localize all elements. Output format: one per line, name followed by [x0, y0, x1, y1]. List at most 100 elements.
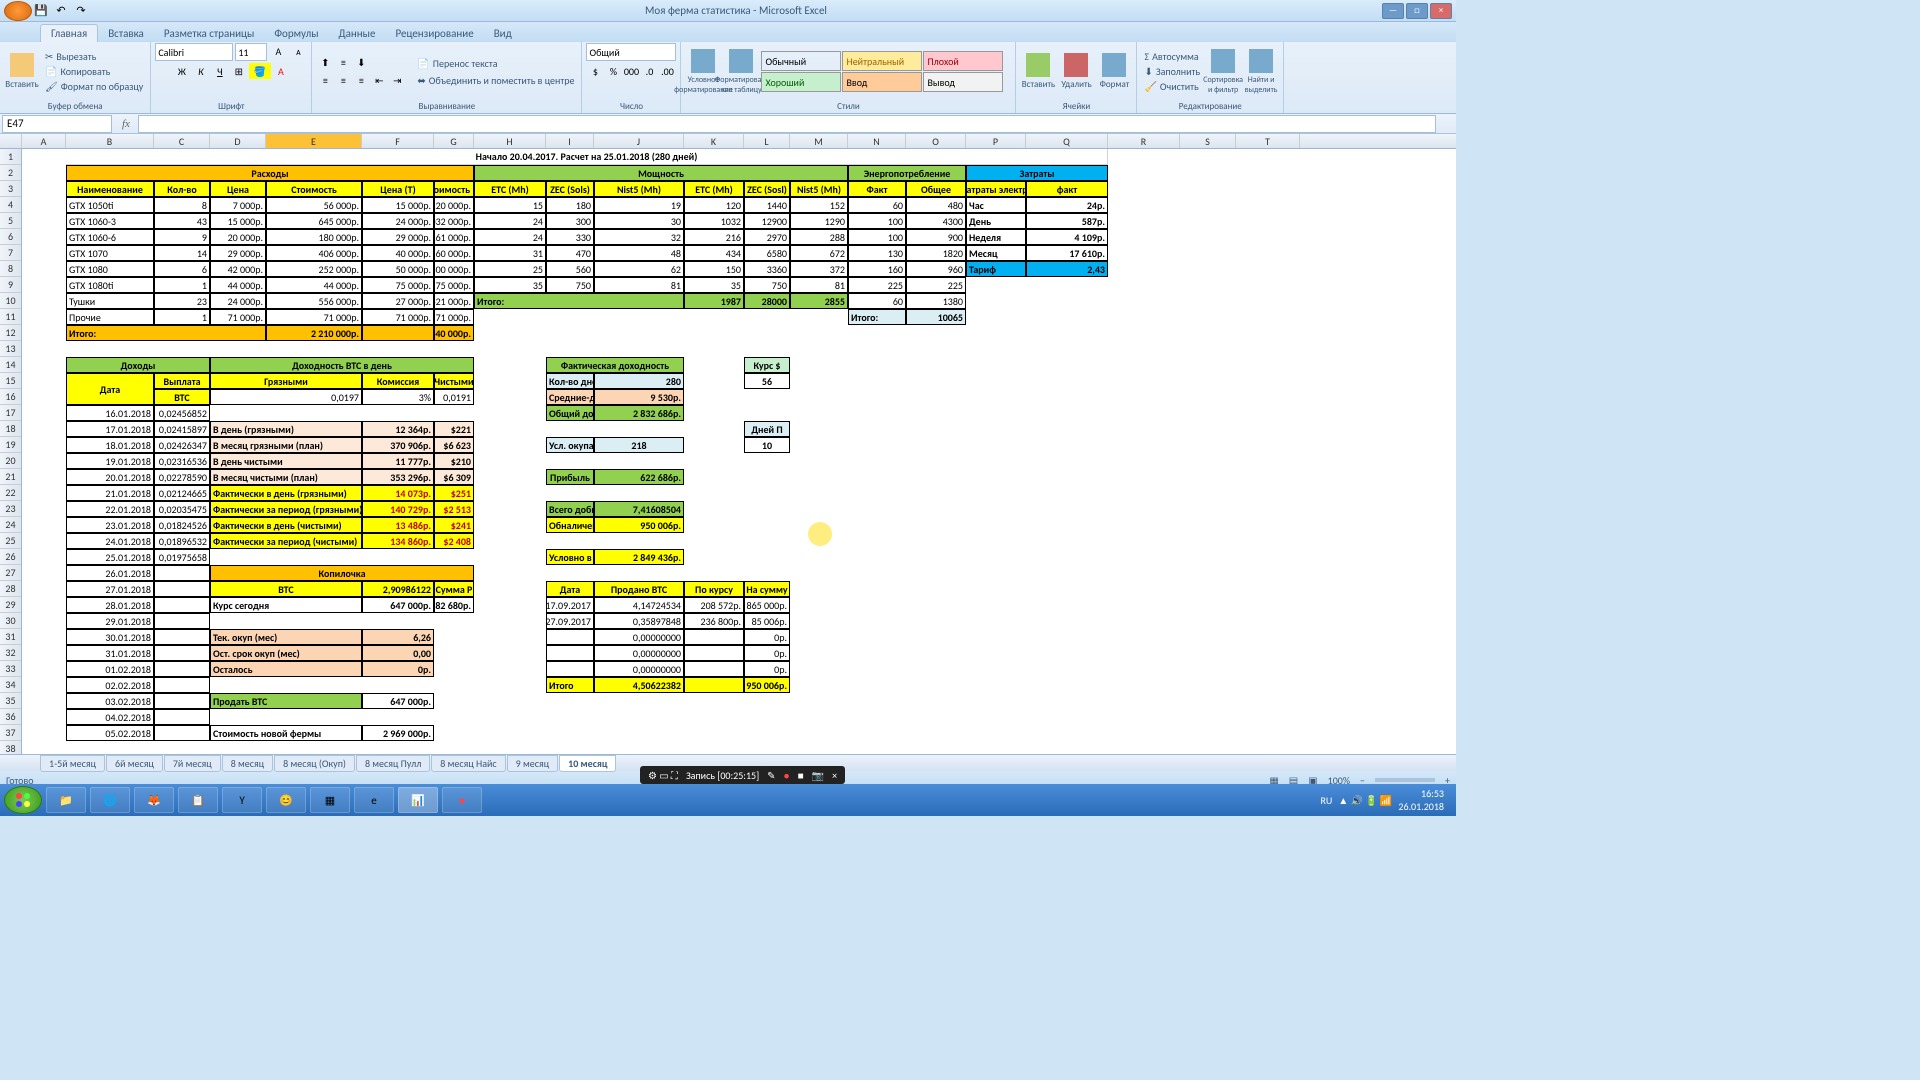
- cell[interactable]: Дата: [66, 373, 154, 405]
- cell[interactable]: Чистыми: [434, 373, 474, 389]
- cell[interactable]: [154, 661, 210, 677]
- cell[interactable]: 7 000р.: [210, 197, 266, 213]
- cell[interactable]: 24 000р.: [210, 293, 266, 309]
- style-normal[interactable]: Обычный: [761, 51, 841, 71]
- cell[interactable]: 15: [474, 197, 546, 213]
- tab-formulas[interactable]: Формулы: [264, 25, 328, 42]
- cell[interactable]: 960: [906, 261, 966, 277]
- tab-review[interactable]: Рецензирование: [385, 25, 483, 42]
- cell[interactable]: 0,0197: [210, 389, 362, 405]
- tray-lang[interactable]: RU: [1320, 794, 1332, 807]
- cell[interactable]: GTX 1080: [66, 261, 154, 277]
- cell[interactable]: 02.02.2018: [66, 677, 154, 693]
- cell[interactable]: 1987: [684, 293, 744, 309]
- cell[interactable]: 3%: [362, 389, 434, 405]
- start-button[interactable]: [4, 786, 42, 814]
- firefox-icon[interactable]: 🦊: [134, 787, 174, 813]
- cell[interactable]: 25: [474, 261, 546, 277]
- cell[interactable]: Затраты: [966, 165, 1108, 181]
- cell[interactable]: 0р.: [744, 645, 790, 661]
- cell[interactable]: Тариф: [966, 261, 1026, 277]
- thousands-icon[interactable]: 000: [622, 63, 640, 79]
- cell[interactable]: 0,02426347: [154, 437, 210, 453]
- cell[interactable]: 71 000р.: [362, 309, 434, 325]
- cell[interactable]: BTC: [210, 581, 362, 597]
- cell[interactable]: 865 000р.: [744, 597, 790, 613]
- sheet-tab[interactable]: 1-5й месяц: [40, 755, 105, 772]
- font-color-button[interactable]: A: [272, 63, 290, 79]
- cell[interactable]: 23: [154, 293, 210, 309]
- minimize-button[interactable]: —: [1382, 3, 1404, 19]
- cell[interactable]: [684, 645, 744, 661]
- align-center-icon[interactable]: ≡: [334, 73, 352, 89]
- zoom-slider[interactable]: [1375, 778, 1435, 782]
- tab-data[interactable]: Данные: [329, 25, 386, 42]
- cell[interactable]: Курс $: [744, 357, 790, 373]
- cell[interactable]: 81: [594, 277, 684, 293]
- cell[interactable]: 27.01.2018: [66, 581, 154, 597]
- cell[interactable]: 44 000р.: [210, 277, 266, 293]
- cell[interactable]: 621 000р.: [434, 293, 474, 309]
- cell[interactable]: 3360: [744, 261, 790, 277]
- cell[interactable]: 62: [594, 261, 684, 277]
- font-size-input[interactable]: [235, 43, 267, 61]
- cell[interactable]: $251: [434, 485, 474, 501]
- cell[interactable]: 300 000р.: [434, 261, 474, 277]
- cell[interactable]: Комиссия: [362, 373, 434, 389]
- cell[interactable]: 2 849 436р.: [594, 549, 684, 565]
- cell[interactable]: 556 000р.: [266, 293, 362, 309]
- cell[interactable]: 10065: [906, 309, 966, 325]
- cell[interactable]: 900: [906, 229, 966, 245]
- cell[interactable]: 35: [474, 277, 546, 293]
- cell[interactable]: 140 729р.: [362, 501, 434, 517]
- cell[interactable]: 1 882 680р.: [434, 597, 474, 613]
- cell[interactable]: Доходы: [66, 357, 210, 373]
- sheet-tab[interactable]: 10 месяц: [559, 755, 616, 772]
- cell[interactable]: 26.01.2018: [66, 565, 154, 581]
- cell[interactable]: Стоимость новой фермы: [210, 725, 362, 741]
- cell[interactable]: 4300: [906, 213, 966, 229]
- cell[interactable]: 1: [154, 277, 210, 293]
- cell[interactable]: Тек. окуп (мес): [210, 629, 362, 645]
- cell[interactable]: 81: [790, 277, 848, 293]
- cell[interactable]: 12900: [744, 213, 790, 229]
- delete-cells-button[interactable]: Удалить: [1058, 46, 1094, 98]
- cell[interactable]: $221: [434, 421, 474, 437]
- cell[interactable]: 0,02124665: [154, 485, 210, 501]
- cell[interactable]: 9 530р.: [594, 389, 684, 405]
- cell[interactable]: Начало 20.04.2017. Расчет на 25.01.2018 …: [66, 149, 1108, 165]
- cell[interactable]: Кол-во: [154, 181, 210, 197]
- tab-home[interactable]: Главная: [40, 24, 98, 42]
- cell[interactable]: Всего добыто BTC: [546, 501, 594, 517]
- cell[interactable]: 1032: [684, 213, 744, 229]
- cell[interactable]: 647 000р.: [362, 693, 434, 709]
- cell[interactable]: 2 969 000р.: [362, 725, 434, 741]
- cell[interactable]: В месяц грязными (план): [210, 437, 362, 453]
- cell[interactable]: 2855: [790, 293, 848, 309]
- cell[interactable]: Затраты электр.: [966, 181, 1026, 197]
- style-neutral[interactable]: Нейтральный: [842, 51, 922, 71]
- cell[interactable]: 10: [744, 437, 790, 453]
- cell[interactable]: Кол-во дней: [546, 373, 594, 389]
- cell[interactable]: Факт: [848, 181, 906, 197]
- cell[interactable]: 35: [684, 277, 744, 293]
- align-mid-icon[interactable]: ≡: [334, 55, 352, 71]
- cell[interactable]: 0,02035475: [154, 501, 210, 517]
- cell[interactable]: 0,00: [362, 645, 434, 661]
- cell[interactable]: 261 000р.: [434, 229, 474, 245]
- cell[interactable]: 05.02.2018: [66, 725, 154, 741]
- format-cells-button[interactable]: Формат: [1096, 46, 1132, 98]
- cell[interactable]: 13 486р.: [362, 517, 434, 533]
- cell[interactable]: ETC (Mh): [474, 181, 546, 197]
- cell[interactable]: факт: [1026, 181, 1108, 197]
- cell[interactable]: Тушки: [66, 293, 154, 309]
- cell[interactable]: 0р.: [744, 661, 790, 677]
- decrease-font-icon[interactable]: ᴀ: [289, 43, 307, 59]
- cell[interactable]: Итого:: [474, 293, 684, 309]
- cell[interactable]: 17.01.2018: [66, 421, 154, 437]
- cell[interactable]: 03.02.2018: [66, 693, 154, 709]
- indent-inc-icon[interactable]: ⇥: [388, 73, 406, 89]
- cell[interactable]: Стоимость (Т): [434, 181, 474, 197]
- sheet-tab[interactable]: 6й месяц: [106, 755, 163, 772]
- cell[interactable]: 30.01.2018: [66, 629, 154, 645]
